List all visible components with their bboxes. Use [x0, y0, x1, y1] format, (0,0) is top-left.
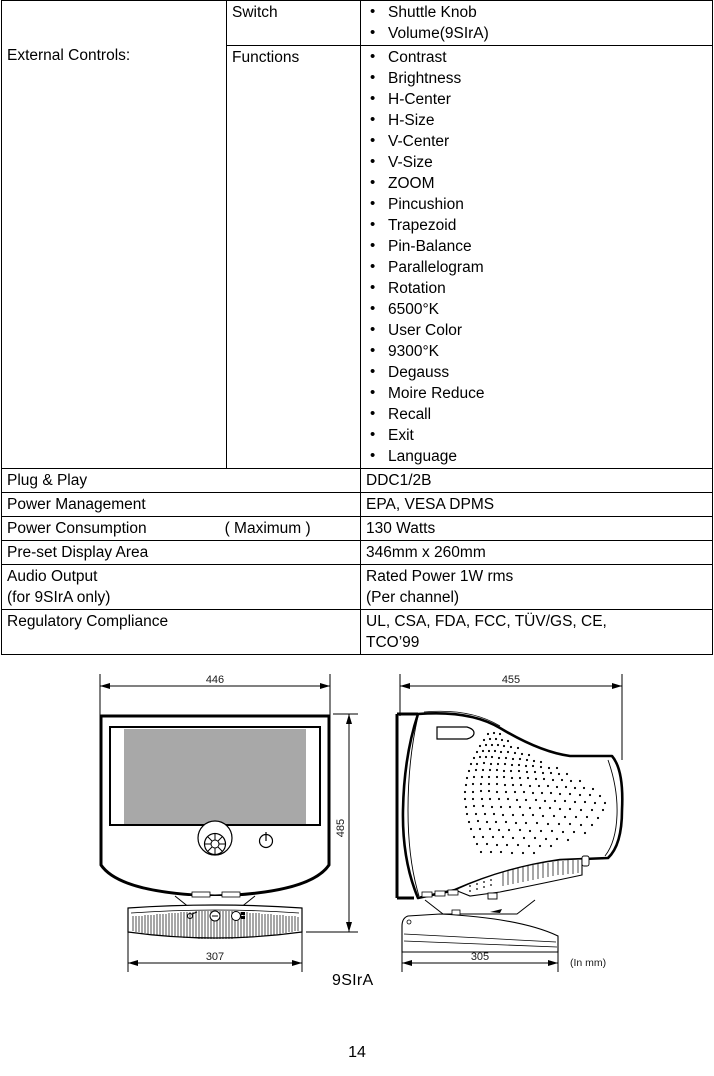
- spec-name: Regulatory Compliance: [1, 609, 361, 655]
- spec-value: UL, CSA, FDA, FCC, TÜV/GS, CE,: [366, 613, 607, 630]
- list-item: User Color: [366, 319, 708, 341]
- external-controls-label-cell: External Controls:: [1, 0, 227, 469]
- front-base-dimension: 307: [206, 951, 224, 963]
- spec-qualifier: ( Maximum ): [224, 520, 311, 537]
- external-controls-label: External Controls:: [7, 47, 131, 64]
- page-number: 14: [348, 1044, 366, 1061]
- side-view-group: 455 305 (In mm): [395, 674, 624, 972]
- table-row: Regulatory Compliance UL, CSA, FDA, FCC,…: [1, 609, 713, 655]
- monitor-screen-glass: [124, 729, 306, 824]
- list-item: Pin-Balance: [366, 235, 708, 257]
- spec-value-cell: Rated Power 1W rms (Per channel): [360, 564, 713, 610]
- list-item: Degauss: [366, 361, 708, 383]
- dimension-drawing-svg: 446 485 307 455 305 (In mm): [99, 674, 624, 972]
- front-height-dimension: 485: [335, 819, 347, 837]
- switch-items-list: Shuttle Knob Volume(9SIrA): [366, 1, 708, 44]
- monitor-dimension-diagrams: 446 485 307 455 305 (In mm): [0, 660, 714, 1010]
- list-item: Volume(9SIrA): [366, 22, 708, 44]
- spec-name-sub: (for 9SIrA only): [7, 589, 111, 606]
- spec-value: Rated Power 1W rms: [366, 568, 514, 585]
- spec-value-cell: UL, CSA, FDA, FCC, TÜV/GS, CE, TCO’99: [360, 609, 713, 655]
- spec-name: Audio Output: [7, 568, 98, 585]
- side-depth-dimension: 455: [502, 674, 520, 686]
- functions-items-list: Contrast Brightness H-Center H-Size V-Ce…: [366, 46, 708, 467]
- functions-category-cell: Functions: [226, 45, 361, 469]
- tilt-swivel-neck: [424, 899, 536, 915]
- list-item: Moire Reduce: [366, 382, 708, 404]
- spec-name: Plug & Play: [1, 468, 361, 493]
- list-item: V-Center: [366, 130, 708, 152]
- functions-items-cell: Contrast Brightness H-Center H-Size V-Ce…: [360, 45, 713, 469]
- spec-name: Power Consumption: [7, 520, 147, 537]
- table-row: Plug & Play DDC1/2B: [1, 468, 713, 493]
- side-base-dimension: 305: [471, 951, 489, 963]
- spec-value-sub: TCO’99: [366, 634, 420, 651]
- spec-name-cell: Power Consumption ( Maximum ): [1, 516, 361, 541]
- table-row: Audio Output (for 9SIrA only) Rated Powe…: [1, 564, 713, 610]
- spec-name: Pre-set Display Area: [1, 540, 361, 565]
- spec-value: DDC1/2B: [360, 468, 713, 493]
- spec-name: Power Management: [1, 492, 361, 517]
- list-item: Language: [366, 445, 708, 467]
- list-item: ZOOM: [366, 172, 708, 194]
- list-item: Contrast: [366, 46, 708, 68]
- specifications-table: External Controls: Switch Shuttle Knob V…: [1, 0, 713, 655]
- front-view-group: 446 485 307: [99, 674, 358, 972]
- base-button-icon: [231, 911, 241, 921]
- list-item: Pincushion: [366, 193, 708, 215]
- table-row: Power Consumption ( Maximum ) 130 Watts: [1, 516, 713, 541]
- list-item: Exit: [366, 424, 708, 446]
- list-item: Recall: [366, 403, 708, 425]
- switch-category-cell: Switch: [226, 0, 361, 46]
- unit-note: (In mm): [570, 957, 606, 969]
- list-item: H-Size: [366, 109, 708, 131]
- list-item: V-Size: [366, 151, 708, 173]
- front-width-dimension: 446: [206, 674, 224, 686]
- table-row-switch: External Controls: Switch Shuttle Knob V…: [1, 0, 713, 469]
- spec-value: 346mm x 260mm: [360, 540, 713, 565]
- spec-name-cell: Audio Output (for 9SIrA only): [1, 564, 361, 610]
- list-item: 6500°K: [366, 298, 708, 320]
- side-port: [581, 855, 590, 867]
- spec-value-sub: (Per channel): [366, 589, 460, 606]
- table-row: Power Management EPA, VESA DPMS: [1, 492, 713, 517]
- list-item: Parallelogram: [366, 256, 708, 278]
- list-item: Brightness: [366, 67, 708, 89]
- list-item: Trapezoid: [366, 214, 708, 236]
- list-item: H-Center: [366, 88, 708, 110]
- list-item: Shuttle Knob: [366, 1, 708, 23]
- carry-handle-slot: [436, 726, 475, 740]
- switch-items-cell: Shuttle Knob Volume(9SIrA): [360, 0, 713, 46]
- model-label: 9SIrA: [332, 972, 374, 989]
- list-item: 9300°K: [366, 340, 708, 362]
- list-item: Rotation: [366, 277, 708, 299]
- spec-value: 130 Watts: [360, 516, 713, 541]
- spec-value: EPA, VESA DPMS: [360, 492, 713, 517]
- table-row: Pre-set Display Area 346mm x 260mm: [1, 540, 713, 565]
